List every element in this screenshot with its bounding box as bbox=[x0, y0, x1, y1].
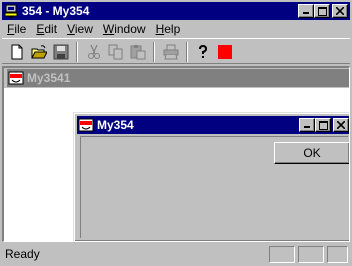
menu-view-rest: iew bbox=[74, 22, 93, 36]
ok-button[interactable]: OK bbox=[274, 142, 349, 164]
new-button[interactable] bbox=[7, 42, 27, 62]
open-button[interactable] bbox=[29, 42, 49, 62]
copy-button[interactable] bbox=[106, 42, 126, 62]
stop-button[interactable] bbox=[215, 42, 235, 62]
main-window: 354 - My354 File Edit View Window Help M… bbox=[0, 0, 352, 266]
status-pane-num bbox=[298, 246, 324, 263]
child-window-title: My3541 bbox=[27, 71, 71, 85]
menu-file[interactable]: File bbox=[2, 20, 31, 38]
help-icon bbox=[199, 44, 208, 58]
minimize-button[interactable] bbox=[298, 4, 314, 18]
menu-help-rest: elp bbox=[164, 22, 181, 36]
menu-view[interactable]: View bbox=[62, 20, 98, 38]
cut-icon bbox=[88, 44, 100, 59]
stop-icon bbox=[218, 45, 232, 59]
status-pane-cap bbox=[269, 246, 295, 263]
cut-button[interactable] bbox=[84, 42, 104, 62]
window-title: 354 - My354 bbox=[22, 4, 90, 18]
child-minimize-button[interactable] bbox=[299, 118, 315, 132]
toolbar bbox=[2, 38, 350, 64]
child-maximize-button[interactable] bbox=[315, 118, 331, 132]
toolbar-separator bbox=[76, 42, 78, 62]
child-window-my354[interactable]: My354 OK bbox=[73, 112, 349, 241]
close-icon bbox=[336, 7, 344, 15]
close-icon bbox=[337, 121, 345, 129]
menu-edit-rest: dit bbox=[44, 22, 58, 36]
toolbar-separator bbox=[153, 42, 155, 62]
document-icon[interactable] bbox=[8, 70, 24, 86]
toolbar-separator bbox=[186, 42, 188, 62]
copy-icon bbox=[108, 44, 123, 60]
status-bar: Ready bbox=[2, 244, 350, 264]
menu-window[interactable]: Window bbox=[98, 20, 151, 38]
minimize-icon bbox=[304, 126, 310, 128]
child-close-button[interactable] bbox=[333, 118, 349, 132]
save-icon bbox=[53, 44, 69, 60]
status-text: Ready bbox=[5, 247, 40, 261]
maximize-icon bbox=[317, 6, 327, 16]
status-pane-scrl bbox=[327, 246, 348, 263]
menu-file-rest: ile bbox=[14, 22, 27, 36]
close-button[interactable] bbox=[332, 4, 348, 18]
save-button[interactable] bbox=[51, 42, 71, 62]
mdi-client-area[interactable]: My3541 My354 OK bbox=[2, 66, 350, 242]
child-client-area: OK bbox=[80, 136, 349, 238]
print-icon bbox=[163, 44, 179, 60]
maximize-button[interactable] bbox=[314, 4, 330, 18]
menu-window-accel: W bbox=[102, 22, 115, 36]
child-titlebar-active[interactable]: My354 bbox=[77, 116, 349, 134]
menu-view-accel: V bbox=[67, 22, 75, 36]
new-icon bbox=[11, 44, 23, 60]
minimize-icon bbox=[303, 12, 309, 14]
child-window-title: My354 bbox=[97, 118, 134, 132]
menu-bar: File Edit View Window Help bbox=[2, 20, 350, 38]
paste-icon bbox=[130, 45, 146, 60]
help-button[interactable] bbox=[193, 42, 213, 62]
child-window-my3541[interactable]: My3541 bbox=[4, 68, 349, 88]
maximize-icon bbox=[318, 120, 328, 130]
open-icon bbox=[31, 45, 47, 59]
menu-help[interactable]: Help bbox=[151, 20, 186, 38]
print-button[interactable] bbox=[161, 42, 181, 62]
menu-window-rest: indow bbox=[114, 22, 146, 36]
menu-edit[interactable]: Edit bbox=[31, 20, 62, 38]
paste-button[interactable] bbox=[128, 42, 148, 62]
child-titlebar-inactive[interactable]: My3541 bbox=[7, 69, 349, 87]
menu-help-accel: H bbox=[155, 22, 165, 36]
main-titlebar[interactable]: 354 - My354 bbox=[2, 2, 350, 20]
document-icon[interactable] bbox=[78, 117, 94, 133]
app-icon[interactable] bbox=[3, 3, 19, 19]
